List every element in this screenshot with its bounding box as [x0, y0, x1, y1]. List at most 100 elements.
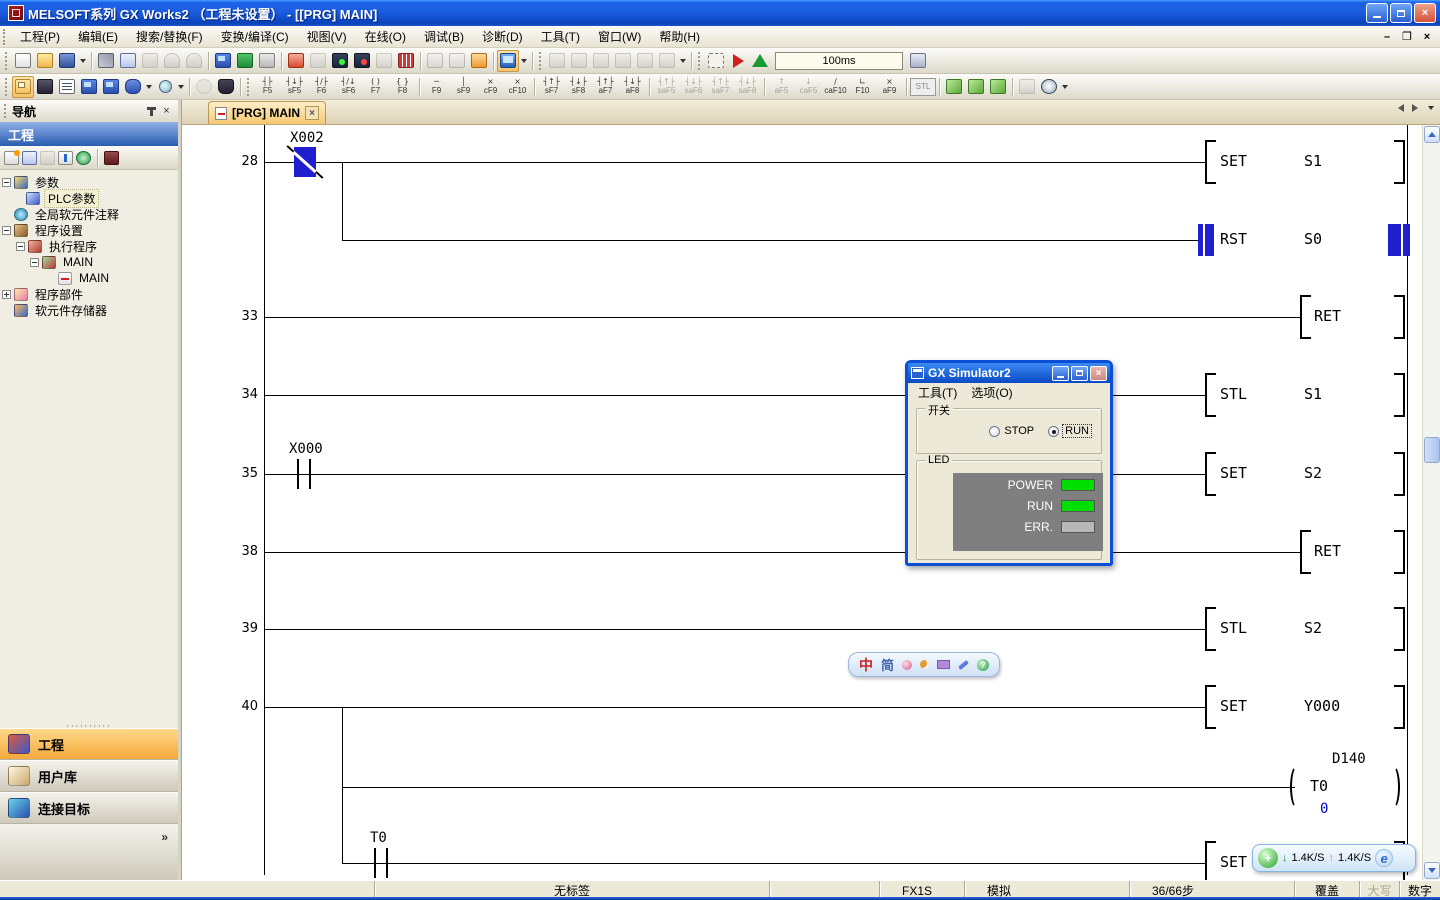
ladder-key-saf8[interactable]: ┤↓├saF8 — [734, 75, 761, 99]
item-info-icon[interactable] — [58, 151, 73, 165]
ladder-edit-5-button[interactable] — [634, 50, 656, 72]
save-project-button[interactable] — [56, 50, 78, 72]
tab-scroll-left-icon[interactable] — [1398, 104, 1404, 112]
menu-tools[interactable]: 工具(T) — [532, 25, 589, 48]
menu-diagnostics[interactable]: 诊断(D) — [473, 25, 532, 48]
ladder-key-f6[interactable]: ┤/├F6 — [308, 75, 335, 99]
step-execution-button[interactable] — [749, 50, 771, 72]
tree-item-global-comment[interactable]: 全局软元件注释 — [2, 206, 178, 222]
mdi-restore-button[interactable]: ❐ — [1400, 30, 1414, 43]
monitor-mode-chevron[interactable] — [521, 59, 527, 63]
scroll-down-button[interactable] — [1424, 862, 1440, 879]
network-speed-widget[interactable]: + ↓ 1.4K/S ↑ 1.4K/S e — [1252, 844, 1416, 872]
ime-chinese-icon[interactable]: 中 — [859, 655, 873, 675]
ladder-key-sf8[interactable]: ┤↓├sF8 — [565, 75, 592, 99]
ime-keyboard-icon[interactable] — [937, 660, 950, 669]
simulator-title-bar[interactable]: GX Simulator2 × — [908, 363, 1110, 383]
edit-contact-button[interactable] — [965, 76, 987, 98]
toolbar-overflow-chevron[interactable] — [80, 59, 86, 63]
stack-button-user-library[interactable]: 用户库 — [0, 760, 178, 792]
read-from-plc-button[interactable] — [307, 50, 329, 72]
close-button[interactable]: × — [1414, 3, 1436, 23]
tree-item-plc-parameter[interactable]: PLC参数 — [2, 190, 178, 206]
ladder-key-af7[interactable]: ┤↑├aF7 — [592, 75, 619, 99]
menu-find-replace[interactable]: 搜索/替换(F) — [127, 25, 212, 48]
ladder-key-saf6[interactable]: ┤↓├saF6 — [680, 75, 707, 99]
navigation-toggle-button[interactable] — [12, 76, 34, 98]
device-monitor-button[interactable] — [1016, 76, 1038, 98]
simulation-stop-button[interactable] — [705, 50, 727, 72]
accelerator-icon[interactable]: + — [1258, 848, 1278, 868]
tree-item-program-setting[interactable]: 程序设置 — [2, 222, 178, 238]
stl-instruction-button[interactable]: STL — [910, 78, 936, 96]
minimize-button[interactable] — [1366, 3, 1388, 23]
menu-edit[interactable]: 编辑(E) — [69, 25, 127, 48]
scroll-up-button[interactable] — [1424, 126, 1440, 143]
ladder-key-f7[interactable]: ( )F7 — [362, 75, 389, 99]
ladder-key-sf6[interactable]: ┤/↓sF6 — [335, 75, 362, 99]
ime-fullwidth-icon[interactable] — [920, 660, 929, 669]
menu-help[interactable]: 帮助(H) — [650, 25, 709, 48]
device-register-button[interactable] — [100, 76, 122, 98]
ladder-key-af9[interactable]: ×aF9 — [876, 75, 903, 99]
cut-button[interactable] — [95, 50, 117, 72]
ladder-key-caf5[interactable]: ↓caF5 — [795, 75, 822, 99]
ladder-canvas[interactable]: 28 X002 SET S1 RST S0 — [182, 125, 1422, 880]
inline-st-edit-button[interactable] — [943, 76, 965, 98]
menu-window[interactable]: 窗口(W) — [589, 25, 650, 48]
simulation-start-button[interactable] — [727, 50, 749, 72]
ladder-key-sf9[interactable]: │sF9 — [450, 75, 477, 99]
tree-item-device-memory[interactable]: 软元件存储器 — [2, 302, 178, 318]
monitor-mode-button[interactable] — [497, 50, 519, 72]
edit-comment-button[interactable] — [987, 76, 1009, 98]
simulator-menu-tools[interactable]: 工具(T) — [913, 383, 962, 402]
collapse-icon[interactable] — [2, 226, 11, 235]
refresh-icon[interactable] — [76, 151, 91, 165]
menu-compile[interactable]: 变换/编译(C) — [212, 25, 298, 48]
jump-button[interactable] — [468, 50, 490, 72]
help-button[interactable] — [193, 76, 215, 98]
device-display-chevron[interactable] — [146, 85, 152, 89]
project-section-banner[interactable]: 工程 — [0, 122, 178, 146]
write-to-plc-button[interactable] — [285, 50, 307, 72]
simulator-close-button[interactable]: × — [1090, 366, 1107, 381]
cross-reference-button[interactable] — [215, 76, 237, 98]
tab-scroll-right-icon[interactable] — [1412, 104, 1418, 112]
run-radio[interactable]: RUN — [1048, 425, 1091, 437]
ladder-edit-4-button[interactable] — [612, 50, 634, 72]
ladder-key-caf10[interactable]: ∕caF10 — [822, 75, 849, 99]
tree-item-program-parts[interactable]: 程序部件 — [2, 286, 178, 302]
ladder-key-saf5[interactable]: ┤↑├saF5 — [653, 75, 680, 99]
contact-x000[interactable] — [297, 459, 299, 489]
mdi-close-button[interactable]: × — [1420, 30, 1434, 43]
contact-t0[interactable] — [374, 848, 376, 878]
restore-button[interactable] — [1390, 3, 1412, 23]
ladder-key-sf5[interactable]: ┤↓├sF5 — [281, 75, 308, 99]
ime-speech-icon[interactable] — [902, 660, 912, 670]
ladder-edit-3-button[interactable] — [590, 50, 612, 72]
new-project-button[interactable] — [12, 50, 34, 72]
tree-item-execution-program[interactable]: 执行程序 — [2, 238, 178, 254]
device-comment-button[interactable] — [212, 50, 234, 72]
device-find-button[interactable] — [78, 76, 100, 98]
program-check-button[interactable] — [234, 50, 256, 72]
ladder-key-f9[interactable]: ─F9 — [423, 75, 450, 99]
copy-item-icon[interactable] — [22, 151, 37, 165]
menu-view[interactable]: 视图(V) — [298, 25, 356, 48]
ladder-key-saf7[interactable]: ┤↑├saF7 — [707, 75, 734, 99]
tab-list-chevron[interactable] — [1428, 106, 1434, 110]
pin-icon[interactable] — [144, 104, 159, 119]
pause-monitor-button[interactable] — [373, 50, 395, 72]
module-configuration-button[interactable] — [34, 76, 56, 98]
device-display-button[interactable] — [122, 76, 144, 98]
redo-button[interactable] — [183, 50, 205, 72]
start-monitor-button[interactable] — [329, 50, 351, 72]
collapse-icon[interactable] — [30, 258, 39, 267]
stack-more-button[interactable]: » — [0, 824, 178, 880]
collapse-icon[interactable] — [16, 242, 25, 251]
browser-icon[interactable]: e — [1375, 849, 1393, 867]
new-item-icon[interactable] — [4, 151, 19, 165]
tree-item-main-ladder[interactable]: MAIN — [2, 270, 178, 286]
tab-prg-main[interactable]: [PRG] MAIN × — [208, 101, 326, 124]
ladder-key-cf9[interactable]: ×cF9 — [477, 75, 504, 99]
